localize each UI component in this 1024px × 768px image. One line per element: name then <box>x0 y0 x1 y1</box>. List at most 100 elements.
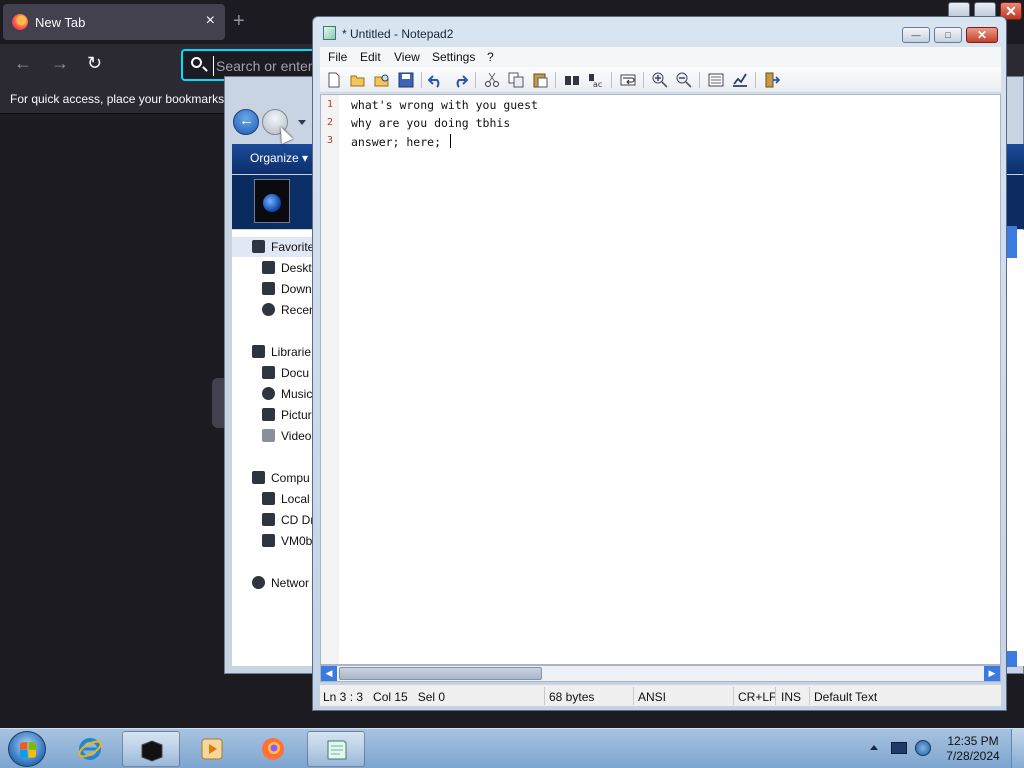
notepad2-app-icon <box>323 26 336 40</box>
menu-edit[interactable]: Edit <box>360 50 381 64</box>
maximize-button[interactable]: □ <box>934 27 962 43</box>
zoom-out-icon[interactable] <box>676 72 692 88</box>
exit-icon[interactable] <box>764 72 780 88</box>
windows-logo-icon <box>20 742 36 758</box>
toolbar-separator <box>643 72 644 88</box>
status-mode: INS <box>781 690 802 704</box>
save-icon[interactable] <box>398 72 414 88</box>
status-size: 68 bytes <box>549 690 595 704</box>
show-hidden-icons-icon[interactable] <box>870 745 878 750</box>
find-icon[interactable] <box>564 72 580 88</box>
pictures-icon <box>262 408 275 421</box>
show-desktop-button[interactable] <box>1011 729 1024 768</box>
taskbar: 12:35 PM 7/28/2024 <box>0 728 1024 768</box>
url-input[interactable] <box>213 56 328 76</box>
scroll-right-arrow-icon[interactable]: ▶ <box>984 666 1000 681</box>
cd-drive-icon <box>262 513 275 526</box>
status-separator <box>633 687 634 705</box>
new-icon[interactable] <box>326 72 342 88</box>
menu-file[interactable]: File <box>328 50 347 64</box>
back-button[interactable]: ← <box>14 53 32 74</box>
scrollbar-thumb[interactable] <box>339 667 542 680</box>
recent-pages-dropdown-icon[interactable] <box>298 120 306 125</box>
word-wrap-icon[interactable] <box>620 72 636 88</box>
desktop-icon <box>262 261 275 274</box>
notepad2-icon <box>327 740 347 760</box>
taskbar-app-firefox[interactable] <box>244 731 302 767</box>
paste-icon[interactable] <box>532 72 548 88</box>
code-line: why are you doing tbhis <box>351 116 511 130</box>
network-status-icon[interactable] <box>915 740 931 756</box>
redo-icon[interactable] <box>452 72 468 88</box>
action-center-icon[interactable] <box>891 742 907 754</box>
code-line-text: answer; here; <box>351 135 448 149</box>
network-icon <box>252 576 265 589</box>
line-number: 3 <box>326 135 334 146</box>
customize-schemes-icon[interactable] <box>732 72 748 88</box>
copy-icon[interactable] <box>508 72 524 88</box>
taskbar-app-internet-explorer[interactable] <box>61 731 119 767</box>
tree-item-favorites[interactable]: Favorite <box>232 237 322 257</box>
system-clock[interactable]: 12:35 PM 7/28/2024 <box>942 734 1004 764</box>
line-number: 1 <box>326 99 334 110</box>
scroll-left-arrow-icon[interactable]: ◀ <box>321 666 337 681</box>
undo-icon[interactable] <box>428 72 444 88</box>
svg-text:ac: ac <box>593 80 602 88</box>
status-separator <box>733 687 734 705</box>
close-button[interactable]: ✕ <box>966 27 998 43</box>
status-separator <box>775 687 776 705</box>
replace-icon[interactable]: ac <box>588 72 604 88</box>
clock-date: 7/28/2024 <box>946 749 1000 763</box>
music-icon <box>262 387 275 400</box>
text-editor[interactable]: 1 2 3 what's wrong with you guest why ar… <box>320 94 1001 665</box>
taskbar-app-explorer[interactable] <box>122 731 180 767</box>
notepad-title-bar[interactable]: * Untitled - Notepad2 — □ ✕ <box>313 17 1006 47</box>
code-line: what's wrong with you guest <box>351 98 538 112</box>
cut-icon[interactable] <box>484 72 500 88</box>
code-line-current: answer; here; <box>351 134 451 149</box>
new-tab-button[interactable]: + <box>233 10 245 33</box>
open-icon[interactable] <box>350 72 366 88</box>
folder-thumbnail-icon <box>254 179 290 223</box>
network-drive-icon <box>262 534 275 547</box>
zoom-in-icon[interactable] <box>652 72 668 88</box>
line-number-gutter: 1 2 3 <box>321 95 339 664</box>
bookmarks-hint: For quick access, place your bookmarks h <box>10 92 235 106</box>
tab-close-icon[interactable]: × <box>206 12 215 30</box>
firefox-icon <box>262 738 284 760</box>
menu-help[interactable]: ? <box>487 50 494 64</box>
taskbar-app-notepad2[interactable] <box>307 731 365 767</box>
menu-settings[interactable]: Settings <box>432 50 475 64</box>
menu-view[interactable]: View <box>394 50 420 64</box>
toolbar: ac <box>320 67 1001 93</box>
documents-icon <box>262 366 275 379</box>
browse-icon[interactable] <box>374 72 390 88</box>
toolbar-separator <box>475 72 476 88</box>
internet-explorer-icon <box>78 738 102 760</box>
status-separator <box>544 687 545 705</box>
forward-button[interactable]: → <box>51 53 69 74</box>
reload-button[interactable]: ↻ <box>87 53 102 74</box>
search-icon <box>191 57 202 68</box>
status-bar: Ln 3 : 3 Col 15 Sel 0 68 bytes ANSI CR+L… <box>320 684 1001 706</box>
window-title: * Untitled - Notepad2 <box>342 27 454 41</box>
toolbar-separator <box>699 72 700 88</box>
organize-button[interactable]: Organize ▾ <box>250 151 308 165</box>
minimize-button[interactable]: — <box>902 27 930 43</box>
status-scheme: Default Text <box>814 690 878 704</box>
taskbar-app-media-player[interactable] <box>183 731 241 767</box>
view-scheme-icon[interactable] <box>708 72 724 88</box>
toolbar-separator <box>755 72 756 88</box>
clock-time: 12:35 PM <box>947 734 999 748</box>
menu-bar: File Edit View Settings ? <box>320 47 1001 67</box>
explorer-back-button[interactable] <box>233 109 259 135</box>
explorer-icon <box>141 740 163 762</box>
tab-new-tab[interactable]: New Tab × <box>3 4 225 40</box>
status-encoding: ANSI <box>638 690 667 704</box>
media-player-icon <box>201 738 223 760</box>
start-button[interactable] <box>8 731 46 767</box>
computer-icon <box>252 471 265 484</box>
horizontal-scrollbar[interactable]: ◀ ▶ <box>320 665 1001 682</box>
toolbar-separator <box>555 72 556 88</box>
line-number: 2 <box>326 117 334 128</box>
